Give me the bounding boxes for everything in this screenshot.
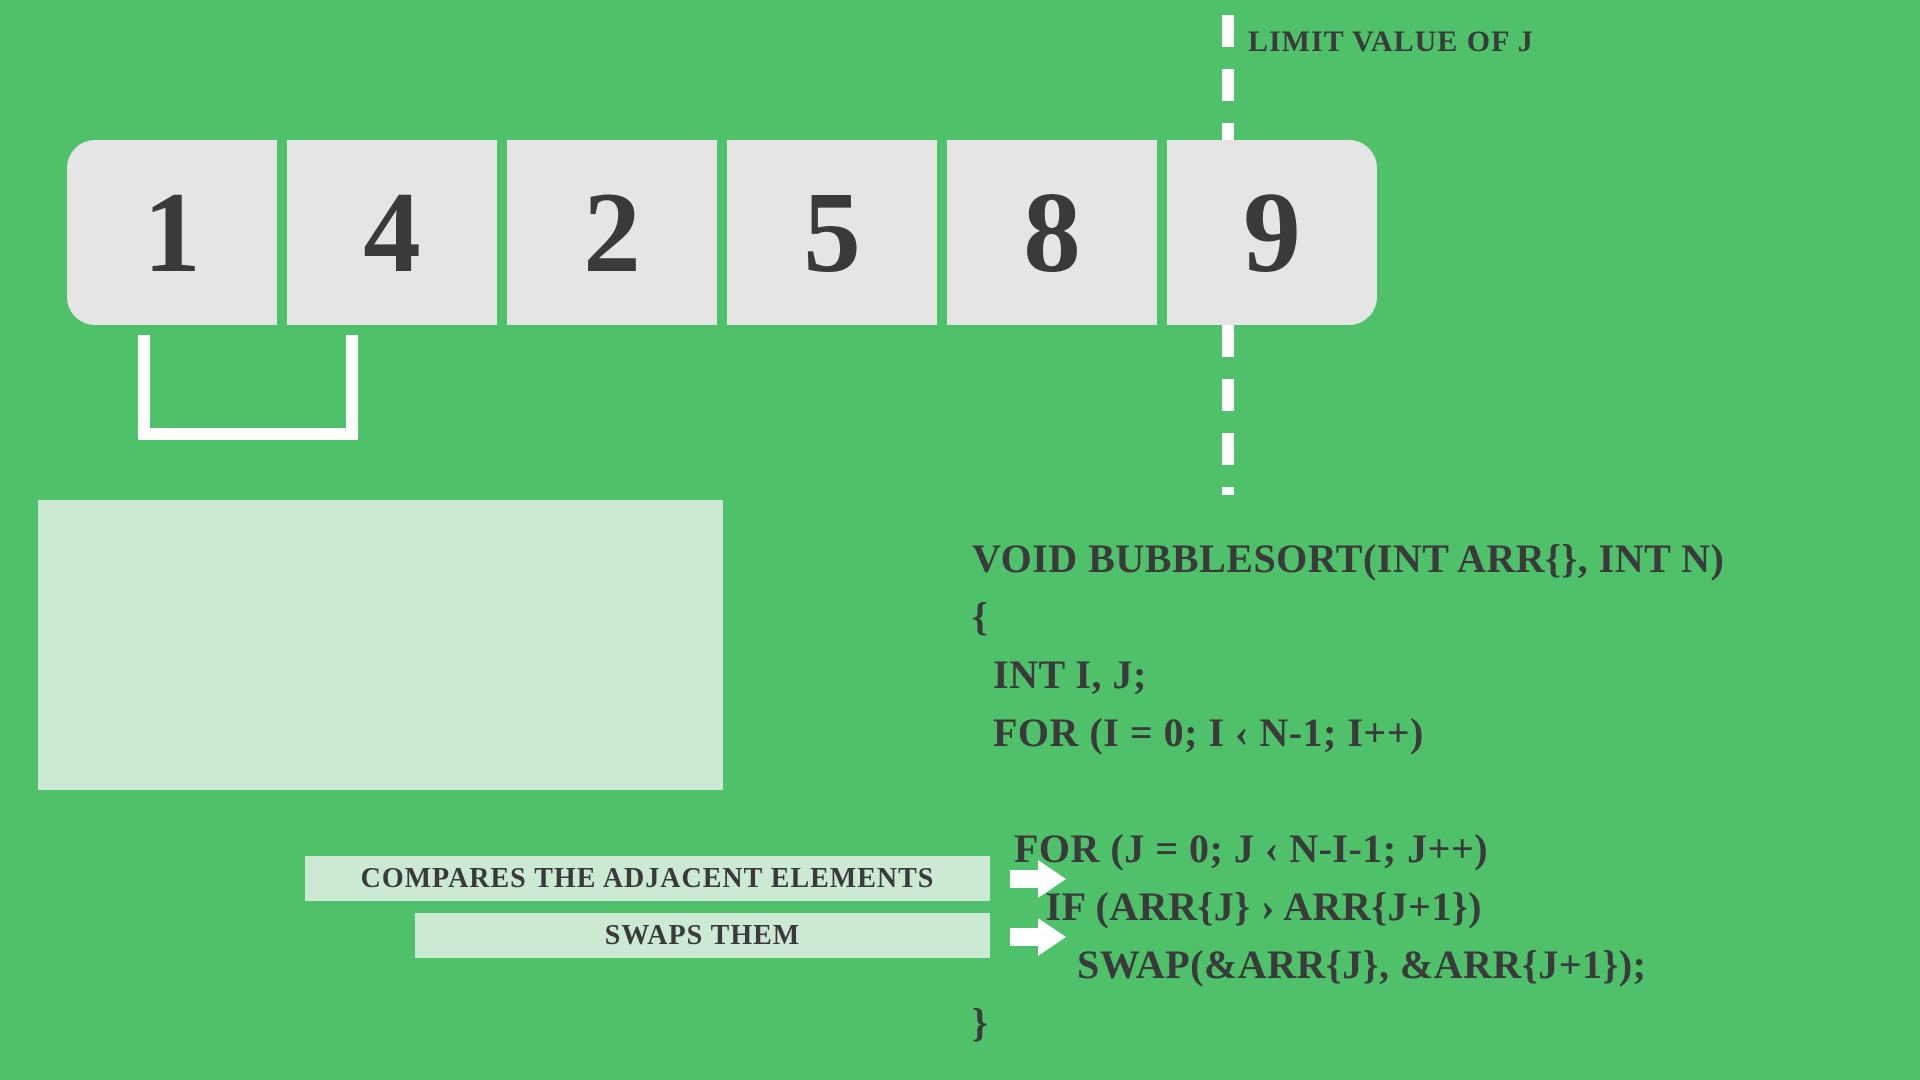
code-line: FOR (I = 0; I ‹ N-1; I++) <box>972 710 1424 755</box>
array-row: 1 4 2 5 8 9 <box>67 140 1377 325</box>
code-line: INT I, J; <box>972 652 1147 697</box>
array-cell: 9 <box>1167 140 1377 325</box>
placeholder-panel <box>38 500 723 790</box>
array-cell: 4 <box>287 140 497 325</box>
array-cell: 5 <box>727 140 937 325</box>
array-cell: 8 <box>947 140 1157 325</box>
annotation-swap: SWAPS THEM <box>415 913 990 958</box>
code-line: SWAP(&ARR{J}, &ARR{J+1}); <box>972 942 1646 987</box>
array-cell: 2 <box>507 140 717 325</box>
code-block: VOID BUBBLESORT(INT ARR{}, INT N) { INT … <box>972 530 1724 1052</box>
limit-marker-top <box>1222 15 1234 140</box>
code-line: VOID BUBBLESORT(INT ARR{}, INT N) <box>972 536 1724 581</box>
limit-marker-bottom <box>1222 325 1234 495</box>
array-cell: 1 <box>67 140 277 325</box>
code-line: FOR (J = 0; J ‹ N-I-1; J++) <box>972 826 1488 871</box>
annotation-compare: COMPARES THE ADJACENT ELEMENTS <box>305 856 990 901</box>
code-line: } <box>972 1000 988 1045</box>
comparison-bracket <box>138 335 358 440</box>
limit-label: LIMIT VALUE OF J <box>1248 25 1534 59</box>
code-line: IF (ARR{J} › ARR{J+1}) <box>972 884 1482 929</box>
code-line: { <box>972 594 988 639</box>
